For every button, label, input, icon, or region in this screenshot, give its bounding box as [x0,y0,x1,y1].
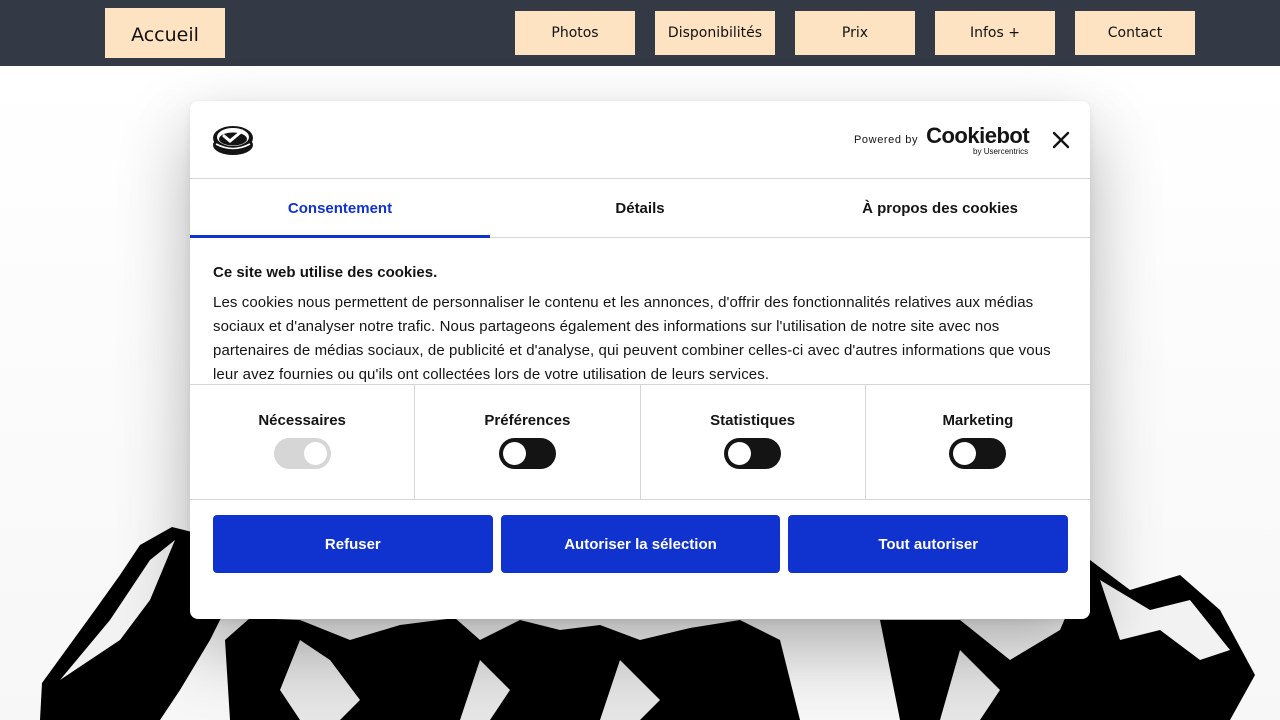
powered-by-cookiebot-logo[interactable]: Powered by Cookiebot by Usercentrics [854,122,1030,156]
cookie-category-toggles: Nécessaires Préférences Statistiques Mar… [190,384,1090,500]
dialog-actions: Refuser Autoriser la sélection Tout auto… [190,500,1090,573]
category-preferences-label: Préférences [484,412,571,429]
cookie-consent-dialog: Powered by Cookiebot by Usercentrics Con… [190,101,1090,619]
consent-body: Ce site web utilise des cookies. Les coo… [190,238,1090,384]
toggle-knob [728,442,752,465]
category-necessary-label: Nécessaires [258,412,346,429]
category-marketing-label: Marketing [942,412,1014,429]
statistics-toggle[interactable] [724,438,782,469]
category-necessary: Nécessaires [190,385,414,499]
category-marketing: Marketing [864,385,1090,499]
decline-button[interactable]: Refuser [213,515,493,573]
toggle-knob [303,442,327,465]
dialog-tabs: Consentement Détails À propos des cookie… [190,179,1090,238]
tab-about-cookies[interactable]: À propos des cookies [790,179,1090,237]
dialog-header: Powered by Cookiebot by Usercentrics [190,101,1090,179]
category-statistics-label: Statistiques [710,412,796,429]
category-statistics: Statistiques [639,385,865,499]
nav-info-button[interactable]: Infos + [935,11,1055,55]
marketing-toggle[interactable] [949,438,1007,469]
allow-all-button[interactable]: Tout autoriser [788,515,1069,573]
nav-contact-button[interactable]: Contact [1075,11,1195,55]
preferences-toggle[interactable] [498,438,556,469]
powered-by-label: Powered by [854,134,919,146]
top-navigation-bar: Accueil Photos Disponibilités Prix Infos… [0,0,1280,66]
cookiebot-wordmark: Cookiebot by Usercentrics [926,122,1030,156]
consent-title: Ce site web utilise des cookies. [213,264,438,281]
cookiebot-brand-sub: by Usercentrics [973,146,1029,156]
category-preferences: Préférences [414,385,639,499]
nav-prices-button[interactable]: Prix [795,11,915,55]
cookiebot-brand: Cookiebot [926,122,1030,148]
nav-photos-button[interactable]: Photos [515,11,635,55]
toggle-knob [502,442,526,465]
close-icon[interactable] [1050,129,1072,151]
tab-consent[interactable]: Consentement [190,179,490,238]
cookie-check-icon [213,126,253,155]
toggle-knob [953,442,977,465]
allow-selection-button[interactable]: Autoriser la sélection [500,515,781,573]
nav-home-button[interactable]: Accueil [105,8,225,58]
nav-availability-button[interactable]: Disponibilités [655,11,775,55]
tab-details[interactable]: Détails [490,179,790,237]
necessary-toggle [273,438,331,469]
consent-description: Les cookies nous permettent de personnal… [213,294,1051,383]
